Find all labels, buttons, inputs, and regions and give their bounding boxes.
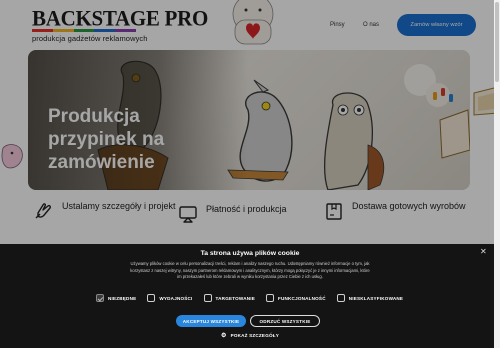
checkbox-wydajnosci[interactable] (147, 294, 156, 302)
gear-icon: ⚙ (220, 333, 227, 339)
cookie-banner: ✕ Ta strona używa plików cookie Używamy … (0, 244, 500, 348)
cookie-option-funkcjonalnosc[interactable]: FUNKCJONALNOŚĆ (266, 294, 326, 302)
checkbox-niesklasyfikowane[interactable] (336, 294, 345, 302)
cookie-option-label: NIEZBĘDNE (108, 295, 137, 301)
show-details-button[interactable]: ⚙ POKAŻ SZCZEGÓŁY (0, 332, 500, 339)
cookie-option-label: TARGETOWANIE (215, 295, 255, 301)
cookie-title: Ta strona używa plików cookie (200, 250, 300, 257)
checkbox-targetowanie[interactable] (203, 294, 212, 302)
cookie-option-label: FUNKCJONALNOŚĆ (278, 295, 326, 301)
show-details-label: POKAŻ SZCZEGÓŁY (230, 333, 280, 338)
cookie-option-niezbedne[interactable]: NIEZBĘDNE (96, 294, 136, 302)
checkbox-funkcjonalnosc[interactable] (266, 294, 274, 302)
cookie-option-niesklasyfikowane[interactable]: NIESKLASYFIKOWANE (336, 294, 404, 302)
cookie-option-targetowanie[interactable]: TARGETOWANIE (203, 294, 256, 302)
cookie-option-wydajnosci[interactable]: WYDAJNOŚCI (147, 294, 192, 302)
scrollbar-thumb[interactable] (495, 2, 499, 82)
cookie-option-label: NIESKLASYFIKOWANE (348, 295, 404, 301)
cookie-option-label: WYDAJNOŚCI (159, 295, 193, 301)
checkbox-niezbedne[interactable] (96, 294, 104, 302)
cookie-description: Używamy plików cookie w celu personaliza… (130, 261, 370, 280)
cookie-options: NIEZBĘDNE WYDAJNOŚCI TARGETOWANIE FUNKCJ… (96, 294, 414, 302)
reject-all-button[interactable]: ODRZUĆ WSZYSTKIE (250, 315, 320, 327)
accept-all-button[interactable]: AKCEPTUJ WSZYSTKIE (176, 315, 246, 327)
